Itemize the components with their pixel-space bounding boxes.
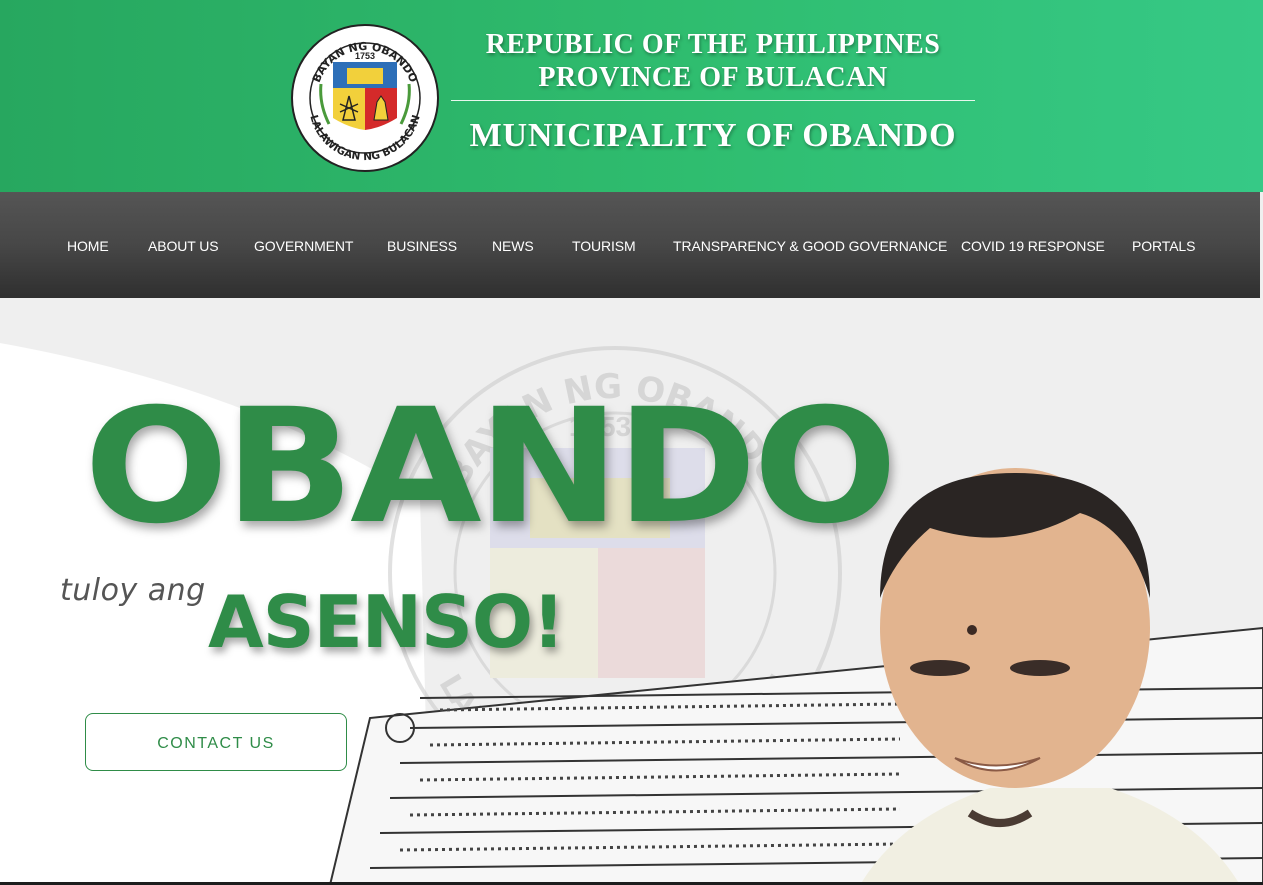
nav-news[interactable]: NEWS xyxy=(492,238,534,254)
nav-transparency[interactable]: TRANSPARENCY & GOOD GOVERNANCE xyxy=(673,238,947,254)
nav-tourism[interactable]: TOURISM xyxy=(572,238,636,254)
contact-us-button[interactable]: CONTACT US xyxy=(85,713,347,771)
hero-banner: BAYAN NG OBANDO LALAWIGAN NG BULACAN 175… xyxy=(0,298,1263,885)
municipality-title: MUNICIPALITY OF OBANDO xyxy=(469,117,957,154)
province-title: PROVINCE OF BULACAN xyxy=(538,62,888,93)
main-nav: HOME ABOUT US GOVERNMENT BUSINESS NEWS T… xyxy=(0,192,1260,298)
header-titles: REPUBLIC OF THE PHILIPPINES PROVINCE OF … xyxy=(450,28,976,155)
municipal-seal-logo[interactable]: BAYAN NG OBANDO LALAWIGAN NG BULACAN 175… xyxy=(291,24,439,172)
site-header: BAYAN NG OBANDO LALAWIGAN NG BULACAN 175… xyxy=(0,0,1263,192)
nav-about-us[interactable]: ABOUT US xyxy=(148,238,219,254)
hero-tagline-main: ASENSO! xyxy=(208,580,565,664)
nav-home[interactable]: HOME xyxy=(67,238,109,254)
nav-government[interactable]: GOVERNMENT xyxy=(254,238,353,254)
nav-business[interactable]: BUSINESS xyxy=(387,238,457,254)
republic-title: REPUBLIC OF THE PHILIPPINES xyxy=(485,29,941,60)
hero-tagline-prefix: tuloy ang xyxy=(60,573,206,608)
nav-portals[interactable]: PORTALS xyxy=(1132,238,1195,254)
nav-covid-response[interactable]: COVID 19 RESPONSE xyxy=(961,238,1105,254)
header-divider xyxy=(451,100,975,101)
hero-headline: OBANDO xyxy=(84,374,898,560)
seal-year: 1753 xyxy=(355,51,375,61)
seal-church-icon xyxy=(347,68,383,84)
